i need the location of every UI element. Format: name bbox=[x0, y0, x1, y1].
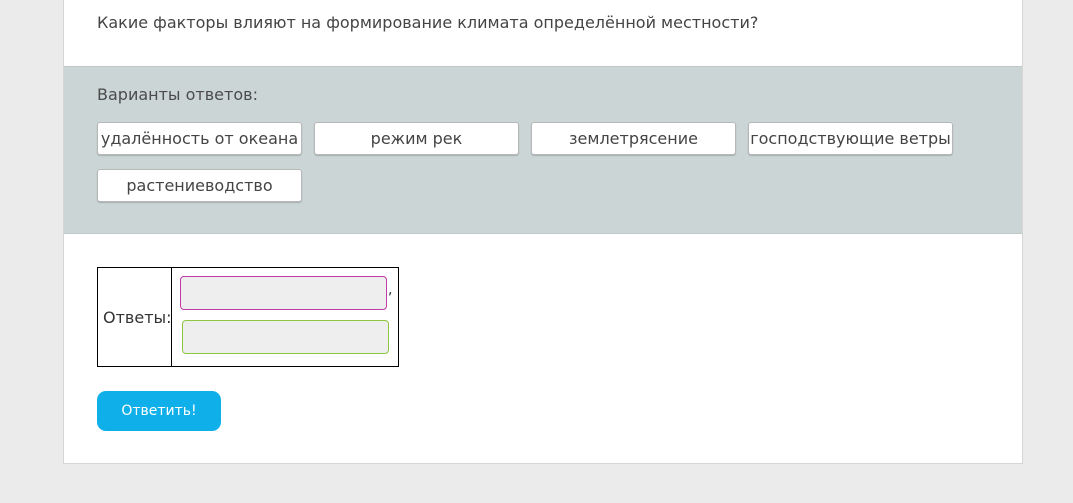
task-card: Какие факторы влияют на формирование кли… bbox=[63, 0, 1023, 464]
answers-label: Ответы: bbox=[103, 308, 172, 327]
question-text: Какие факторы влияют на формирование кли… bbox=[97, 13, 759, 32]
answer-drop-slot-2[interactable] bbox=[182, 320, 389, 354]
options-title: Варианты ответов: bbox=[97, 85, 258, 104]
option-chip-prevailing-winds[interactable]: господствующие ветры bbox=[748, 122, 953, 155]
option-chip-earthquake[interactable]: землетрясение bbox=[531, 122, 736, 155]
option-chip-crop-farming[interactable]: растениеводство bbox=[97, 169, 302, 202]
option-chip-ocean-distance[interactable]: удалённость от океана bbox=[97, 122, 302, 155]
answer-separator: , bbox=[388, 282, 393, 298]
answers-label-cell: Ответы: bbox=[98, 268, 172, 366]
answers-table: Ответы: , bbox=[97, 267, 399, 367]
answer-options-panel: Варианты ответов: удалённость от океана … bbox=[64, 66, 1022, 234]
option-chip-river-regime[interactable]: режим рек bbox=[314, 122, 519, 155]
answer-drop-slot-1[interactable] bbox=[180, 276, 387, 310]
submit-button[interactable]: Ответить! bbox=[97, 391, 221, 431]
